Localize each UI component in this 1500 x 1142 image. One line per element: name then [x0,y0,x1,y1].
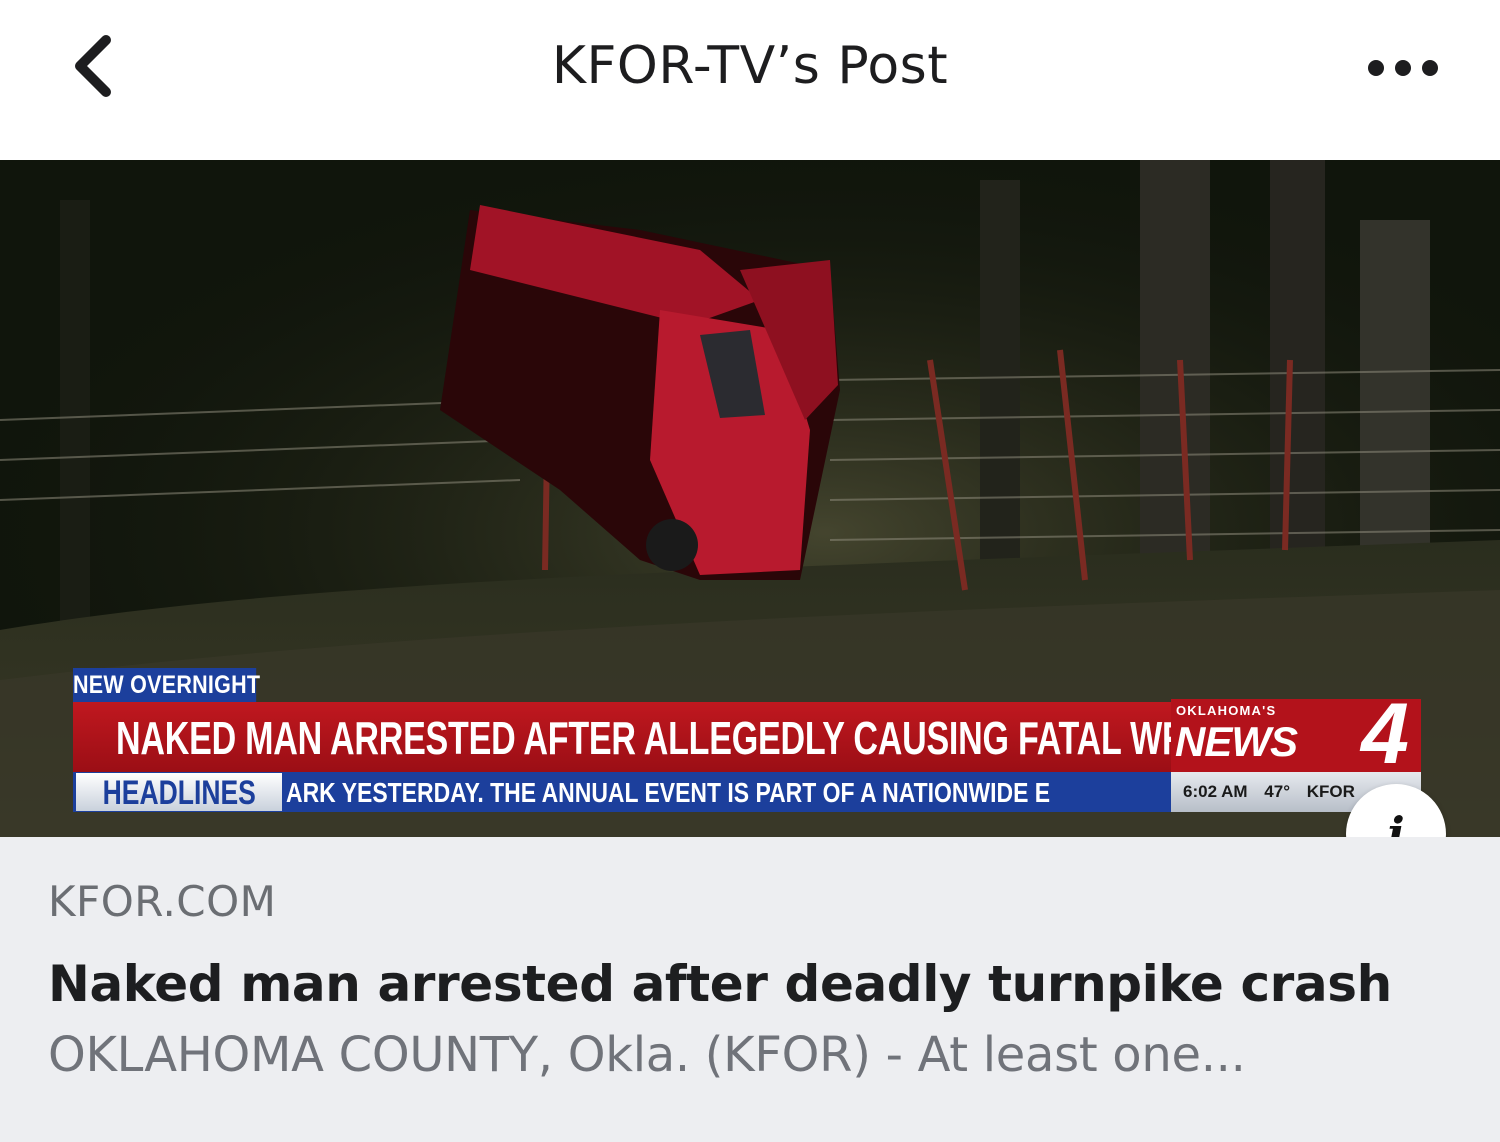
link-preview-card[interactable]: NEW OVERNIGHT NAKED MAN ARRESTED AFTER A… [0,160,1500,1142]
ellipsis-icon [1368,60,1438,76]
more-options-button[interactable] [1362,46,1444,90]
link-caption[interactable]: KFOR.COM Naked man arrested after deadly… [0,837,1500,1142]
station-logo-tagline: OKLAHOMA'S [1176,703,1277,718]
ticker-text: ARK YESTERDAY. THE ANNUAL EVENT IS PART … [286,772,1171,812]
ticker-label: HEADLINES [76,773,282,812]
broadcast-time: 6:02 AM [1183,782,1248,801]
ticker-scroll-text: ARK YESTERDAY. THE ANNUAL EVENT IS PART … [286,777,1051,808]
news-tag: NEW OVERNIGHT [73,668,260,702]
link-domain: KFOR.COM [48,877,277,926]
link-headline: Naked man arrested after deadly turnpike… [48,955,1392,1013]
article-thumbnail[interactable]: NEW OVERNIGHT NAKED MAN ARRESTED AFTER A… [0,160,1500,837]
link-description: OKLAHOMA COUNTY, Okla. (KFOR) - At least… [48,1027,1246,1083]
broadcast-temperature: 47° [1264,782,1291,801]
nav-bar: KFOR-TV’s Post [0,0,1500,160]
station-logo-number: 4 [1361,686,1409,782]
station-logo-news: NEWS [1175,718,1298,765]
ticker-label-text: HEADLINES [102,774,256,812]
page-title: KFOR-TV’s Post [551,36,949,96]
banner-headline: NAKED MAN ARRESTED AFTER ALLEGEDLY CAUSI… [116,712,1258,764]
